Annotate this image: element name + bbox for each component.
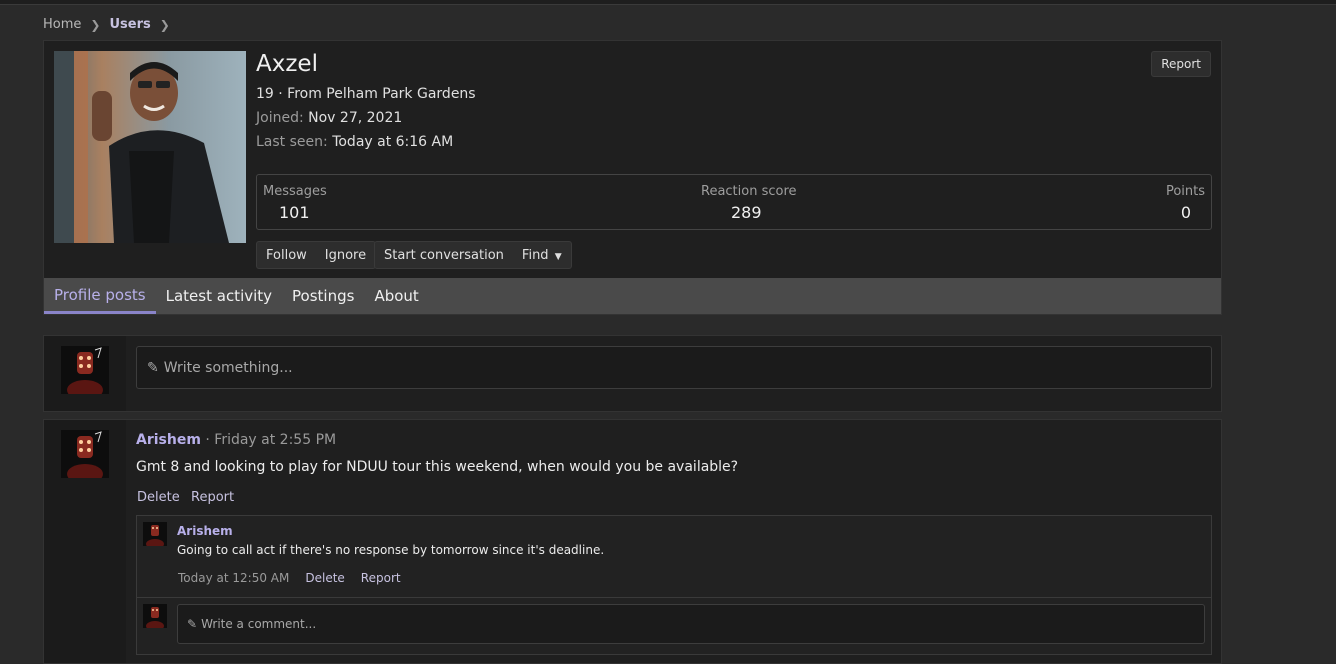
breadcrumb: Home ❯ Users ❯ bbox=[43, 17, 170, 32]
tab-latest-activity[interactable]: Latest activity bbox=[156, 278, 282, 314]
comment-report-link[interactable]: Report bbox=[361, 571, 401, 585]
joined-value: Nov 27, 2021 bbox=[308, 110, 403, 126]
joined-label: Joined: bbox=[256, 110, 304, 126]
write-comment-input[interactable]: ✎ Write a comment... bbox=[177, 604, 1205, 644]
profile-card: Axzel 19 · From Pelham Park Gardens Join… bbox=[43, 40, 1222, 315]
avatar[interactable] bbox=[61, 346, 109, 394]
last-seen-label: Last seen: bbox=[256, 134, 328, 150]
pencil-icon: ✎ bbox=[147, 359, 159, 376]
last-seen-value: Today at 6:16 AM bbox=[332, 134, 454, 150]
divider bbox=[137, 597, 1211, 598]
start-conversation-button[interactable]: Start conversation bbox=[375, 248, 513, 263]
write-something-input[interactable]: ✎ Write something... bbox=[136, 346, 1212, 389]
tab-postings[interactable]: Postings bbox=[282, 278, 364, 314]
tab-about[interactable]: About bbox=[364, 278, 428, 314]
post-time[interactable]: Friday at 2:55 PM bbox=[214, 432, 336, 448]
comment-text: Going to call act if there's no response… bbox=[177, 543, 605, 557]
profile-subtitle: 19 · From Pelham Park Gardens bbox=[256, 86, 476, 102]
avatar[interactable] bbox=[143, 604, 167, 628]
breadcrumb-users[interactable]: Users bbox=[109, 17, 150, 32]
messages-value[interactable]: 101 bbox=[279, 203, 310, 222]
breadcrumb-home[interactable]: Home bbox=[43, 17, 81, 32]
caret-down-icon: ▼ bbox=[554, 251, 562, 262]
profile-post: Arishem · Friday at 2:55 PM Gmt 8 and lo… bbox=[43, 419, 1222, 664]
profile-name: Axzel bbox=[256, 51, 318, 77]
pencil-icon: ✎ bbox=[187, 617, 198, 631]
profile-avatar[interactable] bbox=[54, 51, 246, 243]
points-label: Points bbox=[1165, 184, 1205, 199]
robot-avatar-icon bbox=[143, 522, 167, 546]
comment-list: Arishem Going to call act if there's no … bbox=[136, 515, 1212, 655]
conversation-find-group: Start conversation Find ▼ bbox=[374, 241, 572, 269]
write-something-placeholder: Write something... bbox=[163, 359, 293, 376]
post-header: Arishem · Friday at 2:55 PM bbox=[136, 432, 336, 448]
profile-tabs: Profile posts Latest activity Postings A… bbox=[44, 278, 1221, 314]
chevron-right-icon: ❯ bbox=[159, 17, 170, 32]
comment-actions: Today at 12:50 AM Delete Report bbox=[178, 571, 401, 585]
last-seen-row: Last seen: Today at 6:16 AM bbox=[256, 134, 453, 150]
comment-delete-link[interactable]: Delete bbox=[305, 571, 344, 585]
robot-avatar-icon bbox=[61, 346, 109, 394]
post-separator: · bbox=[205, 432, 210, 448]
tab-profile-posts[interactable]: Profile posts bbox=[44, 278, 156, 314]
points-value[interactable]: 0 bbox=[1181, 203, 1191, 222]
follow-button[interactable]: Follow bbox=[257, 248, 316, 263]
write-comment-placeholder: Write a comment... bbox=[201, 617, 317, 631]
avatar[interactable] bbox=[143, 522, 167, 546]
report-button[interactable]: Report bbox=[1151, 51, 1211, 77]
ignore-button[interactable]: Ignore bbox=[316, 248, 375, 263]
post-report-link[interactable]: Report bbox=[191, 490, 234, 505]
avatar[interactable] bbox=[61, 430, 109, 478]
comment-author[interactable]: Arishem bbox=[177, 524, 233, 538]
robot-avatar-icon bbox=[61, 430, 109, 478]
comment-time[interactable]: Today at 12:50 AM bbox=[178, 571, 289, 585]
reaction-score-label: Reaction score bbox=[701, 184, 797, 199]
post-text: Gmt 8 and looking to play for NDUU tour … bbox=[136, 459, 739, 475]
follow-ignore-group: Follow Ignore bbox=[256, 241, 377, 269]
profile-photo-icon bbox=[54, 51, 246, 243]
messages-label: Messages bbox=[263, 184, 327, 199]
find-button[interactable]: Find ▼ bbox=[513, 248, 571, 263]
profile-post-composer: ✎ Write something... bbox=[43, 335, 1222, 412]
post-delete-link[interactable]: Delete bbox=[137, 490, 180, 505]
robot-avatar-icon bbox=[143, 604, 167, 628]
reaction-score-value[interactable]: 289 bbox=[731, 203, 762, 222]
chevron-right-icon: ❯ bbox=[90, 17, 101, 32]
stats-box: Messages 101 Reaction score 289 Points 0 bbox=[256, 174, 1212, 230]
joined-row: Joined: Nov 27, 2021 bbox=[256, 110, 402, 126]
post-author[interactable]: Arishem bbox=[136, 432, 201, 448]
top-bar bbox=[0, 0, 1336, 5]
find-label: Find bbox=[521, 247, 549, 263]
